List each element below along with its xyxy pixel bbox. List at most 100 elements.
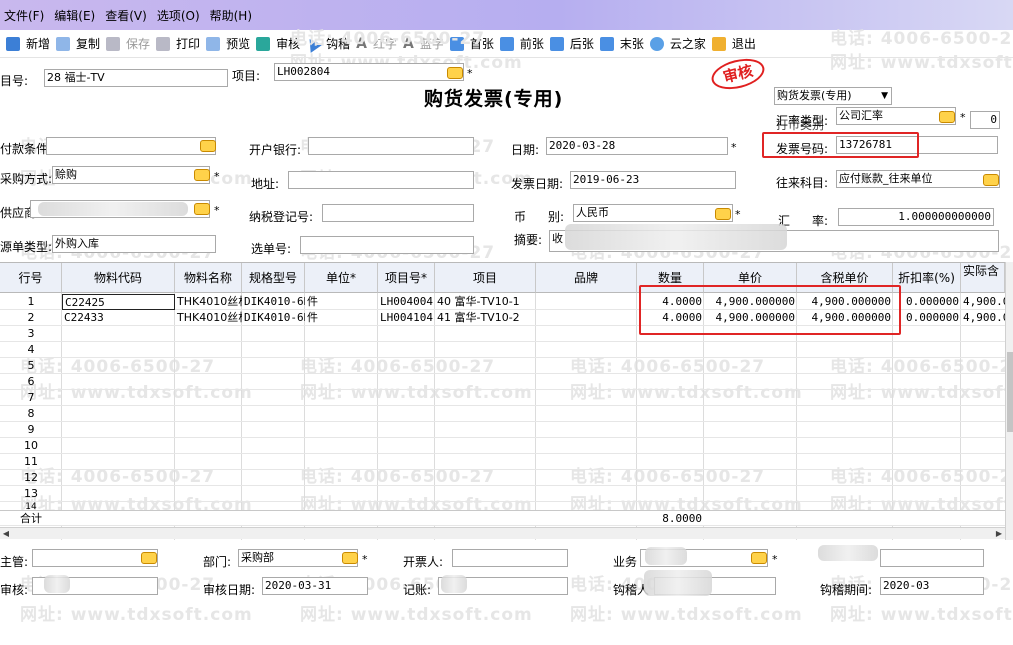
- rate-field[interactable]: 1.000000000000: [838, 208, 994, 226]
- drawer-field[interactable]: [452, 549, 568, 567]
- project-field[interactable]: LH002804: [274, 63, 464, 81]
- scrollbar-thumb[interactable]: [1007, 352, 1013, 432]
- invoice-no-field-ext[interactable]: [918, 136, 998, 154]
- column-header[interactable]: 规格型号: [242, 263, 305, 293]
- lookup-icon[interactable]: [983, 174, 999, 186]
- lookup-icon[interactable]: [194, 203, 210, 215]
- cell-project-no[interactable]: LH004104: [378, 310, 435, 326]
- source-type-field[interactable]: 外购入库: [52, 235, 216, 253]
- next-button[interactable]: 后张: [549, 35, 594, 52]
- lookup-icon[interactable]: [751, 552, 767, 564]
- horizontal-scrollbar[interactable]: ◀ ▶: [0, 527, 1005, 539]
- cell-name[interactable]: THK4010丝杠: [175, 294, 242, 310]
- tax-reg-field[interactable]: [322, 204, 474, 222]
- extra-field[interactable]: [880, 549, 984, 567]
- verify-button[interactable]: 钩稽: [303, 34, 350, 53]
- save-button[interactable]: 保存: [106, 35, 150, 52]
- table-row[interactable]: 4: [0, 342, 1005, 358]
- account-field[interactable]: 应付账款_往来单位: [836, 170, 1000, 188]
- menu-view[interactable]: 查看(V): [105, 7, 147, 24]
- menu-options[interactable]: 选项(O): [157, 7, 200, 24]
- date-field[interactable]: 2020-03-28: [546, 137, 728, 155]
- prev-button[interactable]: 前张: [499, 35, 544, 52]
- column-header[interactable]: 物料名称: [175, 263, 242, 293]
- vertical-scrollbar[interactable]: [1005, 262, 1013, 540]
- audit-button[interactable]: 审核: [256, 35, 300, 52]
- scroll-right-icon[interactable]: ▶: [993, 528, 1005, 540]
- audit-date-field[interactable]: 2020-03-31: [262, 577, 368, 595]
- cell-discount[interactable]: 0.000000: [893, 310, 961, 326]
- cell-brand[interactable]: [536, 310, 637, 326]
- bank-field[interactable]: [308, 137, 474, 155]
- column-header[interactable]: 项目号*: [378, 263, 435, 293]
- lookup-icon[interactable]: [200, 140, 216, 152]
- lookup-icon[interactable]: [342, 552, 358, 564]
- pay-terms-field[interactable]: [46, 137, 216, 155]
- table-row[interactable]: 7: [0, 390, 1005, 406]
- currency-field[interactable]: 人民币: [573, 204, 733, 222]
- table-row[interactable]: 12: [0, 470, 1005, 486]
- cell-actual[interactable]: 4,900.0: [961, 294, 1005, 310]
- address-field[interactable]: [288, 171, 474, 189]
- menu-edit[interactable]: 编辑(E): [54, 7, 95, 24]
- cell-brand[interactable]: [536, 294, 637, 310]
- select-no-field[interactable]: [300, 236, 474, 254]
- cloud-button[interactable]: 云之家: [649, 35, 706, 52]
- cell-code[interactable]: C22425: [62, 294, 175, 310]
- column-header[interactable]: 单位*: [305, 263, 378, 293]
- table-row[interactable]: 9: [0, 422, 1005, 438]
- purchase-mode-field[interactable]: 赊购: [52, 166, 210, 184]
- cell-project-no[interactable]: LH004004: [378, 294, 435, 310]
- exit-button[interactable]: 退出: [711, 35, 756, 52]
- new-button[interactable]: 新增: [6, 35, 50, 52]
- currency-type-field[interactable]: 公司汇率: [836, 107, 956, 125]
- column-header[interactable]: 实际含: [961, 263, 1005, 293]
- scroll-left-icon[interactable]: ◀: [0, 528, 12, 540]
- cell-unit[interactable]: 件: [305, 310, 378, 326]
- table-row[interactable]: 13: [0, 486, 1005, 502]
- copy-button[interactable]: 复制: [56, 35, 100, 52]
- column-header[interactable]: 物料代码: [62, 263, 175, 293]
- lookup-icon[interactable]: [715, 208, 731, 220]
- pay-terms-label: 付款条件: [0, 142, 49, 156]
- lookup-icon[interactable]: [141, 552, 157, 564]
- customer-label: 目号:: [0, 74, 29, 88]
- verify-period-field[interactable]: 2020-03: [880, 577, 984, 595]
- lookup-icon[interactable]: [939, 111, 955, 123]
- lookup-icon[interactable]: [194, 169, 210, 181]
- column-header[interactable]: 品牌: [536, 263, 637, 293]
- invoice-date-field[interactable]: 2019-06-23: [570, 171, 736, 189]
- table-row[interactable]: 11: [0, 454, 1005, 470]
- red-letter-button[interactable]: A 红字: [356, 35, 397, 52]
- table-row[interactable]: 10: [0, 438, 1005, 454]
- cell-project[interactable]: 40 富华-TV10-1: [435, 294, 536, 310]
- customer-field[interactable]: 28 福士-TV: [44, 69, 228, 87]
- column-header[interactable]: 行号: [0, 263, 62, 293]
- column-header[interactable]: 项目: [435, 263, 536, 293]
- preview-button[interactable]: 预览: [206, 35, 250, 52]
- menu-file[interactable]: 文件(F): [4, 7, 44, 24]
- table-row[interactable]: 8: [0, 406, 1005, 422]
- print-button[interactable]: 打印: [156, 35, 200, 52]
- cell-name[interactable]: THK4010丝杠: [175, 310, 242, 326]
- dept-field[interactable]: 采购部: [238, 549, 358, 567]
- column-header[interactable]: 折扣率(%): [893, 263, 961, 293]
- cell-spec[interactable]: DIK4010-6RR: [242, 310, 305, 326]
- table-row[interactable]: 5: [0, 358, 1005, 374]
- lookup-icon[interactable]: [447, 67, 463, 79]
- cell-code[interactable]: C22433: [62, 310, 175, 326]
- table-row[interactable]: 6: [0, 374, 1005, 390]
- first-button[interactable]: 首张: [449, 35, 494, 52]
- blue-letter-button[interactable]: A 蓝字: [403, 35, 444, 52]
- cell-unit[interactable]: 件: [305, 294, 378, 310]
- account-label: 往来科目:: [776, 176, 829, 190]
- cell-actual[interactable]: 4,900.0: [961, 310, 1005, 326]
- cell-project[interactable]: 41 富华-TV10-2: [435, 310, 536, 326]
- invoice-type-select[interactable]: 购货发票(专用) ▼: [774, 87, 892, 105]
- cell-spec[interactable]: DIK4010-6RR: [242, 294, 305, 310]
- currency-type-number[interactable]: 0: [970, 111, 1000, 129]
- cell-discount[interactable]: 0.000000: [893, 294, 961, 310]
- supervisor-field[interactable]: [32, 549, 158, 567]
- menu-help[interactable]: 帮助(H): [210, 7, 252, 24]
- last-button[interactable]: 末张: [599, 35, 644, 52]
